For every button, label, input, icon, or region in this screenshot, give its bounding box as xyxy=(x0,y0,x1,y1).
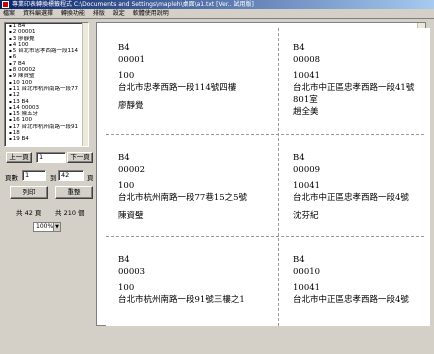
label-address: 台北市中正區忠孝西路一段41號 xyxy=(293,83,415,93)
total-items: 共 210 個 xyxy=(55,209,85,217)
print-button[interactable]: 列印 xyxy=(10,186,48,199)
label-recipient: 廖靜覺 xyxy=(118,101,144,111)
address-label: B4 00010 10041 台北市中正區忠孝西路一段4號 xyxy=(293,254,428,354)
label-code: B4 xyxy=(293,153,305,163)
label-code: B4 xyxy=(118,255,130,265)
label-address: 台北市忠孝西路一段114號四樓 xyxy=(118,83,237,93)
window-title: 專業印表轉換標籤程式 C:\Documents and Settings\map… xyxy=(12,1,254,8)
menu-bar: 檔案 資料編選擇 轉換功能 排版 設定 軟體使用說明 xyxy=(0,9,434,19)
list-item[interactable]: 19 B4 xyxy=(5,136,88,142)
menu-help[interactable]: 軟體使用說明 xyxy=(130,9,172,19)
label-id: 00003 xyxy=(118,267,146,277)
label-recipient: 沈芬紀 xyxy=(293,211,319,221)
label-address: 台北市杭州南路一段77巷15之5號 xyxy=(118,193,248,203)
pages-to-label: 到 xyxy=(50,174,57,182)
label-id: 00008 xyxy=(293,55,321,65)
menu-data-select[interactable]: 資料編選擇 xyxy=(20,9,56,19)
label-zip: 100 xyxy=(118,71,135,81)
menu-layout[interactable]: 排版 xyxy=(90,9,108,19)
label-address: 台北市中正區忠孝西路一段4號 xyxy=(293,193,409,203)
menu-convert[interactable]: 轉換功能 xyxy=(58,9,88,19)
label-address: 台北市杭州南路一段91號三樓之1 xyxy=(118,295,245,305)
list-item[interactable]: 5 台北市忠孝西路一段114 xyxy=(5,48,88,54)
label-zip: 100 xyxy=(118,283,135,293)
pages-unit-label: 頁 xyxy=(87,174,94,182)
label-zip: 100 xyxy=(118,181,135,191)
menu-settings[interactable]: 設定 xyxy=(110,9,128,19)
address-label: B4 00001 100 台北市忠孝西路一段114號四樓 廖靜覺 xyxy=(118,42,283,142)
zoom-select[interactable]: 100% ▼ xyxy=(33,222,61,232)
address-label: B4 00009 10041 台北市中正區忠孝西路一段4號 沈芬紀 xyxy=(293,152,428,252)
label-zip: 10041 xyxy=(293,71,321,81)
address-label: B4 00008 10041 台北市中正區忠孝西路一段41號 801室 趙全美 xyxy=(293,42,428,142)
label-recipient: 趙全美 xyxy=(293,107,319,117)
list-scrollbar[interactable] xyxy=(82,23,88,146)
address-label: B4 00003 100 台北市杭州南路一段91號三樓之1 xyxy=(118,254,283,354)
label-code: B4 xyxy=(118,153,130,163)
pages-from-input[interactable]: 1 xyxy=(22,170,46,181)
label-id: 00001 xyxy=(118,55,146,65)
record-list[interactable]: 1 B4 2 00001 3 廖靜覺 4 100 5 台北市忠孝西路一段114 … xyxy=(4,22,89,147)
label-zip: 10041 xyxy=(293,283,321,293)
label-sheet: B4 00001 100 台北市忠孝西路一段114號四樓 廖靜覺 B4 0000… xyxy=(106,28,430,326)
app-window: 專業印表轉換標籤程式 C:\Documents and Settings\map… xyxy=(0,0,434,326)
label-code: B4 xyxy=(118,43,130,53)
label-code: B4 xyxy=(293,255,305,265)
chevron-down-icon[interactable]: ▼ xyxy=(53,223,60,231)
label-recipient: 陳資璧 xyxy=(118,211,144,221)
label-code: B4 xyxy=(293,43,305,53)
zoom-value: 100% xyxy=(36,223,54,230)
menu-file[interactable]: 檔案 xyxy=(0,9,18,19)
label-id: 00002 xyxy=(118,165,146,175)
next-page-button[interactable]: 下一頁 xyxy=(67,152,93,163)
reset-button[interactable]: 重整 xyxy=(55,186,93,199)
label-id: 00009 xyxy=(293,165,321,175)
pages-label: 頁數 xyxy=(5,174,18,182)
app-icon xyxy=(2,1,9,8)
page-number-input[interactable]: 1 xyxy=(36,152,66,163)
label-id: 00010 xyxy=(293,267,321,277)
title-bar: 專業印表轉換標籤程式 C:\Documents and Settings\map… xyxy=(0,0,434,9)
label-address-line2: 801室 xyxy=(293,95,318,105)
address-label: B4 00002 100 台北市杭州南路一段77巷15之5號 陳資璧 xyxy=(118,152,283,252)
label-zip: 10041 xyxy=(293,181,321,191)
prev-page-button[interactable]: 上一頁 xyxy=(6,152,32,163)
total-pages: 共 42 頁 xyxy=(16,209,42,217)
pages-to-input[interactable]: 42 xyxy=(58,170,84,181)
label-address: 台北市中正區忠孝西路一段4號 xyxy=(293,295,409,305)
